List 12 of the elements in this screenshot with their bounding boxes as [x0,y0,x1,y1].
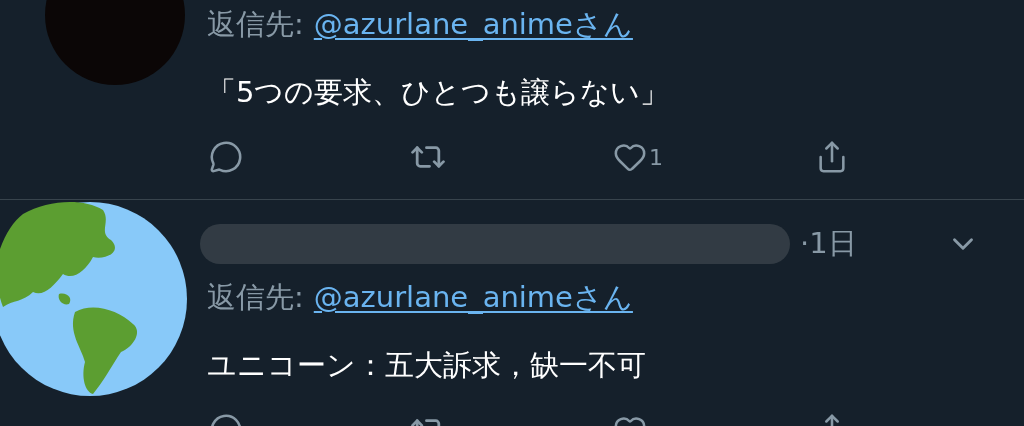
reply-to-label: 返信先: [207,6,304,43]
tweet-text: ユニコーン：五大訴求，缺一不可 [207,347,647,384]
reply-handle-link[interactable]: @azurlane_animeさん [313,278,633,318]
globe-icon[interactable] [0,202,187,396]
reply-to-label: 返信先: [207,279,304,316]
reply-icon [209,140,243,174]
like-button[interactable]: 1 [613,140,815,174]
like-count: 1 [649,144,663,170]
tweet-time: ·1日 [800,225,857,262]
tweet-text: 「5つの要求、ひとつも譲らない」 [207,74,671,111]
reply-handle-link[interactable]: @azurlane_animeさん [313,5,633,45]
retweet-icon [411,146,445,168]
